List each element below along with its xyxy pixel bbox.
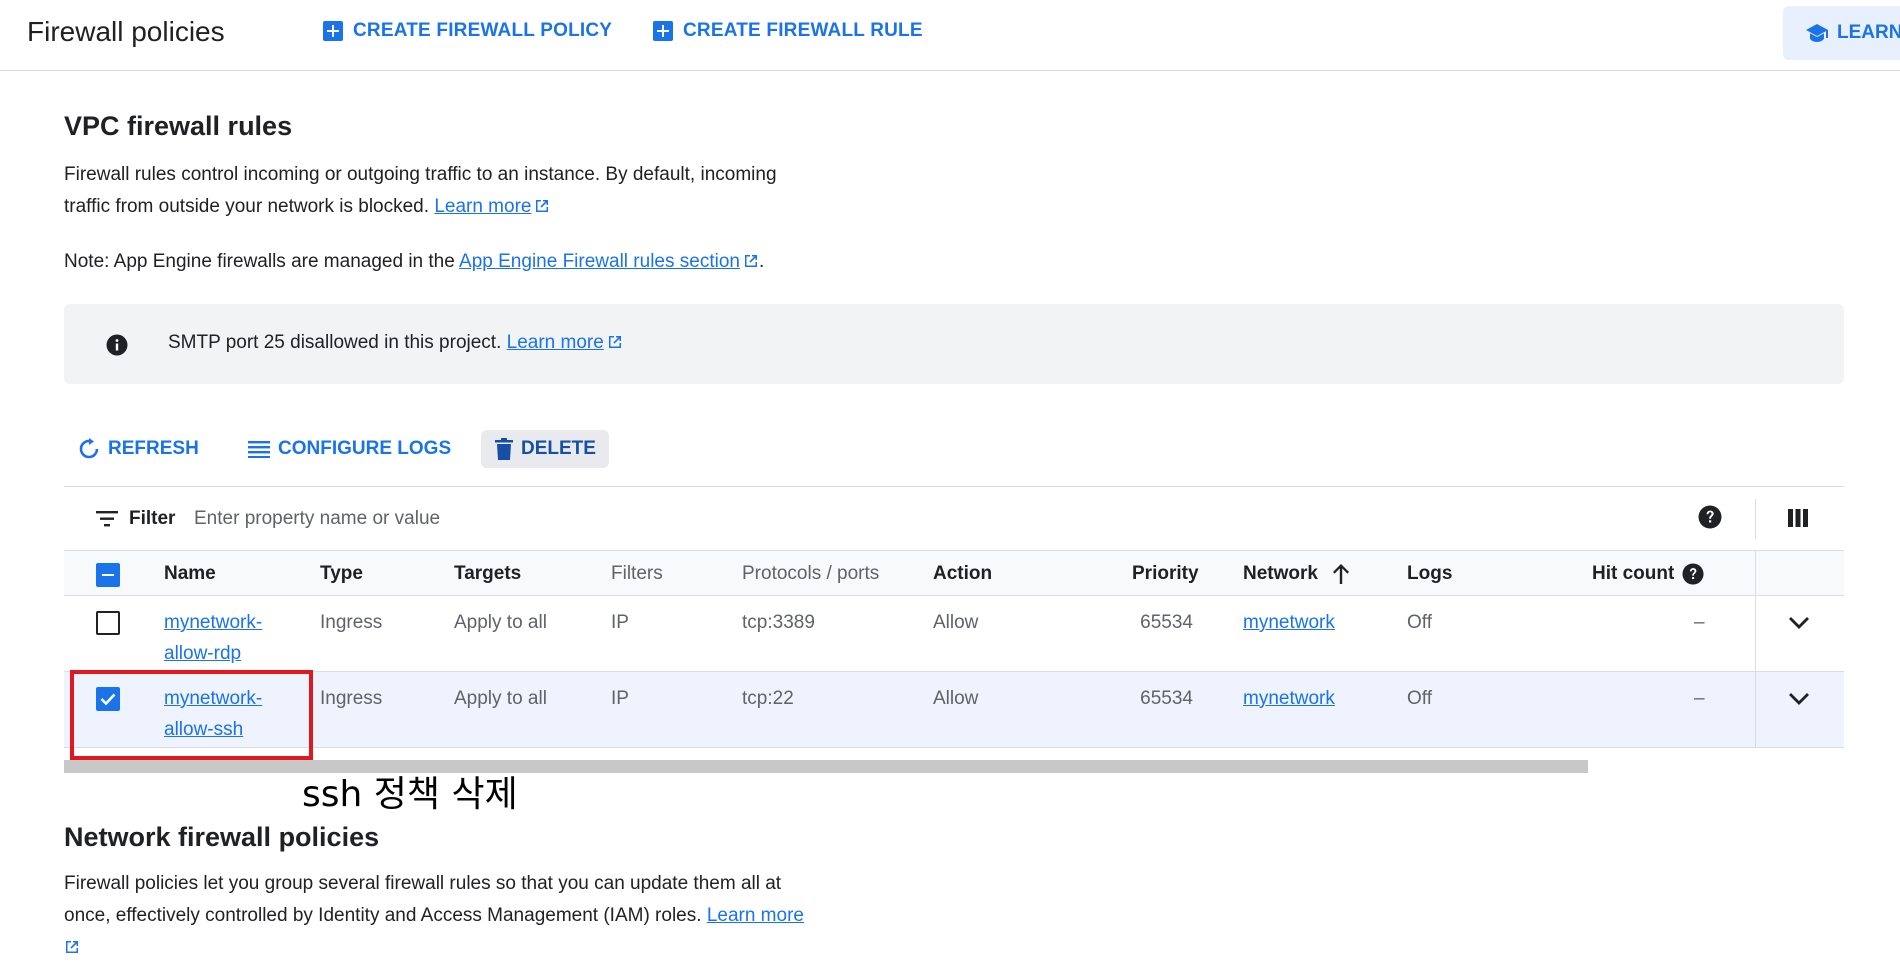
col-filters: Filters — [611, 563, 663, 584]
create-firewall-rule-button[interactable]: CREATE FIREWALL RULE — [653, 20, 923, 42]
help-icon[interactable] — [1682, 563, 1704, 585]
vpc-desc-line2: traffic from outside your network is blo… — [64, 196, 430, 217]
learn-button[interactable]: LEARN — [1783, 6, 1900, 60]
select-all-checkbox[interactable] — [96, 563, 120, 587]
rule-priority: 65534 — [1140, 612, 1193, 633]
annotation-text: ssh 정책 삭제 — [302, 774, 518, 815]
annotation-highlight-box — [70, 670, 313, 760]
network-policies-description: Firewall policies let you group several … — [64, 868, 804, 964]
rule-priority: 65534 — [1140, 688, 1193, 709]
page-title: Firewall policies — [27, 16, 225, 47]
info-icon — [106, 334, 128, 356]
rule-filters: IP — [611, 612, 629, 633]
divider — [1755, 596, 1756, 671]
rule-protocols: tcp:3389 — [742, 612, 815, 633]
rule-hit-count: – — [1694, 688, 1705, 709]
vpc-learn-more-link[interactable]: Learn more — [434, 196, 531, 217]
rule-network-link[interactable]: mynetwork — [1243, 683, 1335, 714]
trash-icon — [495, 438, 513, 460]
rule-logs: Off — [1407, 688, 1432, 709]
filter-bar: Filter — [64, 486, 1844, 550]
table-row[interactable]: mynetwork-allow-rdp Ingress Apply to all… — [64, 596, 1844, 672]
rule-hit-count: – — [1694, 612, 1705, 633]
banner-message: SMTP port 25 disallowed in this project.… — [168, 332, 623, 354]
col-priority[interactable]: Priority — [1132, 563, 1199, 585]
create-firewall-rule-label: CREATE FIREWALL RULE — [683, 20, 923, 41]
help-icon[interactable] — [1698, 505, 1722, 529]
refresh-button[interactable]: REFRESH — [78, 430, 199, 468]
rule-targets: Apply to all — [454, 612, 547, 633]
banner-learn-more-link[interactable]: Learn more — [507, 332, 604, 353]
delete-button[interactable]: DELETE — [481, 430, 609, 468]
smtp-info-banner: SMTP port 25 disallowed in this project.… — [64, 304, 1844, 384]
table-row[interactable]: mynetwork-allow-ssh Ingress Apply to all… — [64, 672, 1844, 748]
column-display-icon[interactable] — [1788, 509, 1808, 527]
note-suffix: . — [758, 251, 765, 272]
col-action[interactable]: Action — [933, 563, 992, 585]
filter-input[interactable] — [194, 506, 794, 532]
add-box-icon — [653, 21, 673, 41]
divider — [1755, 672, 1756, 747]
np-desc-line1: Firewall policies let you group several … — [64, 873, 782, 894]
row-checkbox[interactable] — [96, 611, 120, 635]
vpc-desc-line2-wrap: traffic from outside your network is blo… — [64, 191, 777, 223]
col-hit-count-label: Hit count — [1592, 563, 1675, 584]
divider — [1755, 499, 1756, 539]
col-network[interactable]: Network — [1243, 563, 1350, 585]
np-ext-wrap — [64, 932, 804, 964]
col-network-label: Network — [1243, 563, 1318, 584]
add-box-icon — [323, 21, 343, 41]
rule-filters: IP — [611, 688, 629, 709]
np-desc-line2: once, effectively controlled by Identity… — [64, 905, 702, 926]
np-desc-line2-wrap: once, effectively controlled by Identity… — [64, 900, 804, 932]
table-header: Name Type Targets Filters Protocols / po… — [64, 550, 1844, 596]
rule-action: Allow — [933, 612, 979, 633]
rule-protocols: tcp:22 — [742, 688, 794, 709]
delete-label: DELETE — [521, 438, 596, 459]
sort-ascending-icon — [1332, 564, 1349, 584]
page-header: Firewall policies CREATE FIREWALL POLICY… — [0, 0, 1900, 71]
note-prefix: Note: App Engine firewalls are managed i… — [64, 251, 455, 272]
rule-logs: Off — [1407, 612, 1432, 633]
refresh-label: REFRESH — [108, 438, 199, 459]
learn-label: LEARN — [1837, 22, 1900, 43]
divider — [1755, 551, 1756, 595]
create-firewall-policy-label: CREATE FIREWALL POLICY — [353, 20, 613, 41]
filter-icon — [96, 511, 118, 527]
configure-logs-label: CONFIGURE LOGS — [278, 438, 452, 459]
vpc-description: Firewall rules control incoming or outgo… — [64, 159, 777, 223]
create-firewall-policy-button[interactable]: CREATE FIREWALL POLICY — [323, 20, 612, 42]
external-link-icon — [744, 255, 757, 267]
chevron-down-icon[interactable] — [1788, 692, 1810, 706]
rule-action: Allow — [933, 688, 979, 709]
rule-targets: Apply to all — [454, 688, 547, 709]
banner-text: SMTP port 25 disallowed in this project. — [168, 332, 502, 353]
network-policies-title: Network firewall policies — [64, 822, 380, 852]
external-link-icon — [608, 336, 621, 348]
rule-type: Ingress — [320, 612, 383, 633]
rule-name-link[interactable]: mynetwork-allow-rdp — [164, 607, 284, 669]
app-engine-note: Note: App Engine firewalls are managed i… — [64, 246, 764, 278]
col-hit-count[interactable]: Hit count — [1592, 563, 1704, 585]
col-targets[interactable]: Targets — [454, 563, 521, 585]
rule-type: Ingress — [320, 688, 383, 709]
col-name[interactable]: Name — [164, 563, 216, 585]
vpc-section-title: VPC firewall rules — [64, 111, 293, 141]
chevron-down-icon[interactable] — [1788, 616, 1810, 630]
col-protocols: Protocols / ports — [742, 563, 880, 584]
rule-network-link[interactable]: mynetwork — [1243, 607, 1335, 638]
external-link-icon[interactable] — [64, 939, 80, 955]
horizontal-scrollbar[interactable] — [64, 760, 1588, 773]
list-icon — [248, 441, 270, 458]
external-link-icon — [536, 200, 549, 212]
col-type[interactable]: Type — [320, 563, 363, 585]
col-logs[interactable]: Logs — [1407, 563, 1452, 585]
school-icon — [1806, 24, 1828, 42]
filter-label: Filter — [129, 508, 176, 529]
configure-logs-button[interactable]: CONFIGURE LOGS — [248, 430, 451, 468]
vpc-desc-line1: Firewall rules control incoming or outgo… — [64, 164, 777, 185]
refresh-icon — [79, 438, 99, 459]
np-learn-more-link[interactable]: Learn more — [707, 905, 804, 926]
app-engine-rules-link[interactable]: App Engine Firewall rules section — [459, 251, 740, 272]
